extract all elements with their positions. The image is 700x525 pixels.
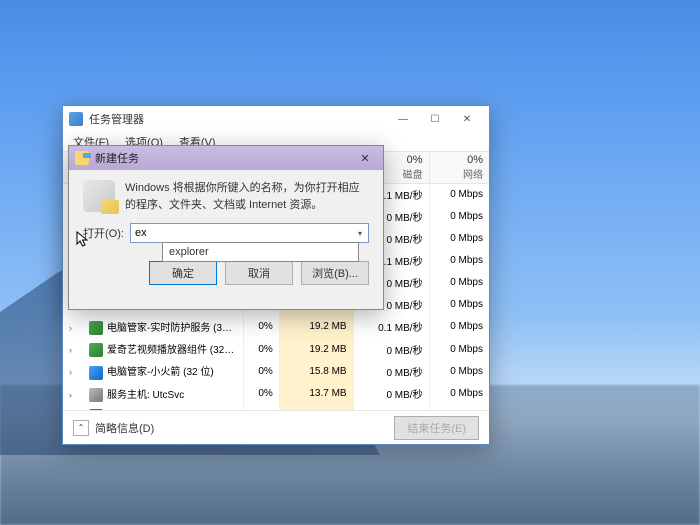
dialog-close-button[interactable]: ✕: [353, 149, 377, 167]
fewer-details-label: 简略信息(D): [95, 420, 154, 436]
cell-net: 0 Mbps: [429, 294, 489, 316]
table-row[interactable]: › 爱奇艺视频播放器组件 (32 位)0%19.2 MB0 MB/秒0 Mbps: [63, 338, 489, 360]
dialog-description: Windows 将根据你所键入的名称，为你打开相应的程序、文件夹、文档或 Int…: [125, 180, 369, 213]
dialog-titlebar[interactable]: 新建任务 ✕: [69, 146, 383, 170]
process-name-cell: › 服务主机: UtcSvc: [63, 383, 243, 405]
cell-net: 0 Mbps: [429, 316, 489, 338]
process-icon: [89, 388, 103, 402]
process-name: 爱奇艺视频播放器组件 (32 位): [107, 345, 240, 356]
cell-cpu: 0%: [243, 360, 279, 382]
ok-button[interactable]: 确定: [149, 261, 217, 285]
chevron-right-icon: ›: [69, 390, 77, 400]
col-network[interactable]: 0%网络: [429, 152, 489, 184]
process-name-cell: › 电脑管家-实时防护服务 (32 位): [63, 316, 243, 338]
cell-mem: 15.8 MB: [279, 360, 353, 382]
cell-mem: 13.7 MB: [279, 383, 353, 405]
cell-net: 0 Mbps: [429, 228, 489, 250]
cell-cpu: 0%: [243, 405, 279, 410]
process-icon: [89, 321, 103, 335]
table-row[interactable]: › 电脑管家-小火箭 (32 位) 0%15.8 MB0 MB/秒0 Mbps: [63, 360, 489, 382]
autocomplete-list: explorer: [162, 242, 359, 262]
footer: ⌃ 简略信息(D) 结束任务(E): [63, 410, 489, 444]
cell-net: 0 Mbps: [429, 383, 489, 405]
cell-disk: 0 MB/秒: [353, 360, 429, 382]
dialog-title: 新建任务: [95, 150, 139, 166]
table-row[interactable]: Microsoft Office Click-to-Run...0%13.6 M…: [63, 405, 489, 410]
window-title: 任务管理器: [89, 111, 144, 127]
cell-disk: 0.1 MB/秒: [353, 316, 429, 338]
process-icon: [89, 409, 103, 410]
new-task-dialog: 新建任务 ✕ Windows 将根据你所键入的名称，为你打开相应的程序、文件夹、…: [68, 145, 384, 310]
process-icon: [89, 343, 103, 357]
app-icon: [69, 112, 83, 126]
cell-cpu: 0%: [243, 316, 279, 338]
cell-mem: 19.2 MB: [279, 316, 353, 338]
process-name-cell: Microsoft Office Click-to-Run...: [63, 405, 243, 410]
chevron-right-icon: ›: [69, 367, 77, 377]
dropdown-icon[interactable]: ▾: [352, 224, 368, 242]
run-icon: [83, 180, 115, 212]
maximize-button[interactable]: ☐: [419, 108, 451, 130]
cell-disk: 0 MB/秒: [353, 338, 429, 360]
cell-net: 0 Mbps: [429, 360, 489, 382]
end-task-button[interactable]: 结束任务(E): [394, 416, 479, 440]
minimize-button[interactable]: —: [387, 108, 419, 130]
cell-cpu: 0%: [243, 338, 279, 360]
cell-net: 0 Mbps: [429, 338, 489, 360]
cell-net: 0 Mbps: [429, 206, 489, 228]
cell-net: 0 Mbps: [429, 405, 489, 410]
cell-net: 0 Mbps: [429, 250, 489, 272]
titlebar[interactable]: 任务管理器 — ☐ ✕: [63, 106, 489, 132]
process-name-cell: › 电脑管家-小火箭 (32 位): [63, 360, 243, 382]
process-name-cell: › 爱奇艺视频播放器组件 (32 位): [63, 338, 243, 360]
cell-mem: 19.2 MB: [279, 338, 353, 360]
cell-net: 0 Mbps: [429, 272, 489, 294]
browse-button[interactable]: 浏览(B)...: [301, 261, 369, 285]
autocomplete-item[interactable]: explorer: [163, 243, 358, 261]
table-row[interactable]: › 电脑管家-实时防护服务 (32 位)0%19.2 MB0.1 MB/秒0 Mb…: [63, 316, 489, 338]
process-icon: [89, 366, 103, 380]
process-name: 服务主机: UtcSvc: [107, 390, 184, 401]
fewer-details-button[interactable]: ⌃ 简略信息(D): [73, 420, 154, 436]
cancel-button[interactable]: 取消: [225, 261, 293, 285]
process-name: 电脑管家-实时防护服务 (32 位): [107, 323, 243, 334]
cell-cpu: 0%: [243, 383, 279, 405]
cell-disk: 0 MB/秒: [353, 405, 429, 410]
chevron-up-icon: ⌃: [73, 420, 89, 436]
close-button[interactable]: ✕: [451, 108, 483, 130]
open-input[interactable]: [130, 223, 369, 243]
open-combobox: ▾ explorer: [130, 223, 369, 243]
cell-disk: 0 MB/秒: [353, 383, 429, 405]
folder-run-icon: [75, 151, 89, 165]
cell-net: 0 Mbps: [429, 184, 489, 206]
cell-mem: 13.6 MB: [279, 405, 353, 410]
chevron-right-icon: ›: [69, 323, 77, 333]
table-row[interactable]: › 服务主机: UtcSvc 0%13.7 MB0 MB/秒0 Mbps: [63, 383, 489, 405]
chevron-right-icon: ›: [69, 345, 77, 355]
process-name: 电脑管家-小火箭 (32 位): [107, 367, 214, 378]
open-label: 打开(O):: [83, 225, 124, 241]
